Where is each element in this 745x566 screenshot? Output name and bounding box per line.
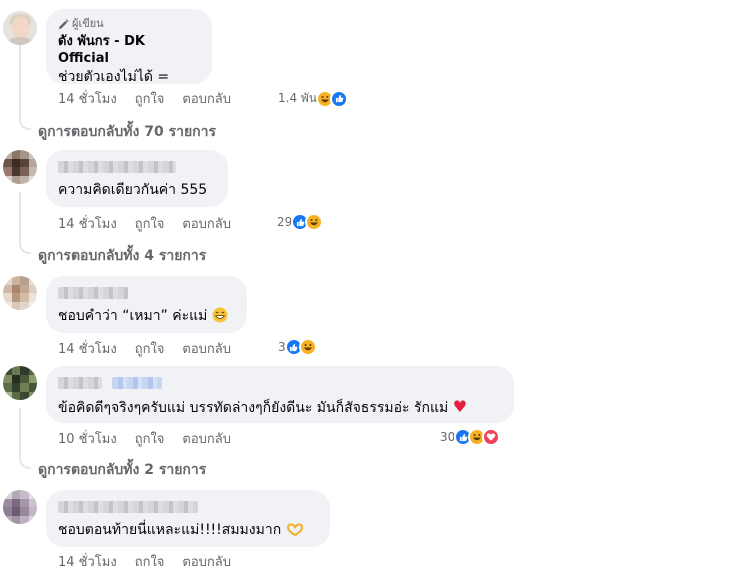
reaction-count: 30 xyxy=(440,430,456,444)
view-replies-link[interactable]: ดูการตอบกลับทั้ง 70 รายการ xyxy=(38,121,216,143)
like-button[interactable]: ถูกใจ xyxy=(135,428,165,449)
view-replies-label: ดูการตอบกลับทั้ง 4 รายการ xyxy=(38,248,207,264)
comment-bubble: ผู้เขียน ดัง พันกร - DK Official ช่วยตัว… xyxy=(46,9,212,85)
avatar[interactable] xyxy=(3,366,37,400)
comment-timestamp[interactable]: 14 ชั่วโมง xyxy=(58,88,117,109)
love-icon xyxy=(482,428,501,446)
avatar[interactable] xyxy=(3,490,37,524)
avatar[interactable] xyxy=(3,276,37,310)
comment-bubble: ชอบคำว่า “เหมา” ค่ะแม่ xyxy=(46,276,247,333)
comment-text: ข้อคิดดีๆจริงๆครับแม่ บรรทัดล่างๆก็ยังดี… xyxy=(58,397,502,418)
like-button[interactable]: ถูกใจ xyxy=(135,338,165,359)
thread-connector xyxy=(19,408,31,469)
pencil-icon xyxy=(58,18,69,29)
commenter-name-redacted[interactable] xyxy=(58,160,176,173)
reaction-count: 29 xyxy=(277,215,293,229)
reaction-summary[interactable]: 30 xyxy=(440,428,501,446)
view-replies-label: ดูการตอบกลับทั้ง 70 รายการ xyxy=(38,124,217,140)
commenter-name-redacted[interactable] xyxy=(58,286,128,299)
heart-hands-emoji-icon xyxy=(286,523,304,543)
view-replies-link[interactable]: ดูการตอบกลับทั้ง 2 รายการ xyxy=(38,459,206,481)
reaction-summary[interactable]: 3 xyxy=(278,338,317,356)
reply-button[interactable]: ตอบกลับ xyxy=(182,428,231,449)
comment-text: ชอบตอนท้ายนี่แหละแม่!!!!สมมงมาก xyxy=(58,521,318,543)
commenter-name-redacted[interactable] xyxy=(58,500,198,513)
comment-actions: 14 ชั่วโมง ถูกใจ ตอบกลับ xyxy=(58,553,249,566)
thread-connector xyxy=(19,44,31,130)
haha-icon xyxy=(298,338,317,356)
thread-connector xyxy=(19,192,31,254)
view-replies-link[interactable]: ดูการตอบกลับทั้ง 4 รายการ xyxy=(38,245,206,267)
commenter-name[interactable]: ดัง พันกร - DK Official xyxy=(58,33,200,67)
reply-button[interactable]: ตอบกลับ xyxy=(182,88,231,109)
reply-button[interactable]: ตอบกลับ xyxy=(182,213,231,234)
reply-button[interactable]: ตอบกลับ xyxy=(182,551,231,566)
reaction-summary[interactable]: 1.4 พัน xyxy=(278,89,349,108)
view-replies-label: ดูการตอบกลับทั้ง 2 รายการ xyxy=(38,462,207,478)
commenter-name-redacted[interactable] xyxy=(58,376,102,389)
comment-actions: 14 ชั่วโมง ถูกใจ ตอบกลับ xyxy=(58,340,249,357)
like-button[interactable]: ถูกใจ xyxy=(135,551,165,566)
like-button[interactable]: ถูกใจ xyxy=(135,213,165,234)
comment-actions: 14 ชั่วโมง ถูกใจ ตอบกลับ xyxy=(58,90,249,107)
comment-timestamp[interactable]: 10 ชั่วโมง xyxy=(58,428,117,449)
reaction-summary[interactable]: 29 xyxy=(277,213,324,231)
author-badge: ผู้เขียน xyxy=(58,17,200,31)
comment-text: ชอบคำว่า “เหมา” ค่ะแม่ xyxy=(58,307,235,329)
comment-text-content: ชอบคำว่า “เหมา” ค่ะแม่ xyxy=(58,308,208,324)
comment-timestamp[interactable]: 14 ชั่วโมง xyxy=(58,338,117,359)
avatar[interactable] xyxy=(3,150,37,184)
comment-text: ช่วยตัวเองไม่ได้ = xyxy=(58,69,170,85)
comment-text-content: ข้อคิดดีๆจริงๆครับแม่ บรรทัดล่างๆก็ยังดี… xyxy=(58,400,449,416)
comment-actions: 14 ชั่วโมง ถูกใจ ตอบกลับ xyxy=(58,215,249,232)
comment-timestamp[interactable]: 14 ชั่วโมง xyxy=(58,551,117,566)
reply-button[interactable]: ตอบกลับ xyxy=(182,338,231,359)
comment-text: ความคิดเดียวกันค่า 555 xyxy=(58,182,208,198)
comment-actions: 10 ชั่วโมง ถูกใจ ตอบกลับ xyxy=(58,430,249,447)
comment-bubble: ข้อคิดดีๆจริงๆครับแม่ บรรทัดล่างๆก็ยังดี… xyxy=(46,366,514,423)
comment-timestamp[interactable]: 14 ชั่วโมง xyxy=(58,213,117,234)
comment-bubble: ความคิดเดียวกันค่า 555 xyxy=(46,150,228,207)
reaction-count: 1.4 พัน xyxy=(278,91,318,105)
like-icon xyxy=(330,89,349,108)
author-avatar[interactable] xyxy=(3,11,37,45)
heart-emoji-icon: ♥ xyxy=(452,397,468,416)
haha-icon xyxy=(305,213,324,231)
comment-text-content: ชอบตอนท้ายนี่แหละแม่!!!!สมมงมาก xyxy=(58,522,282,538)
comment-bubble: ชอบตอนท้ายนี่แหละแม่!!!!สมมงมาก xyxy=(46,490,330,547)
author-badge-label: ผู้เขียน xyxy=(72,17,104,30)
grin-emoji-icon xyxy=(212,307,228,329)
tagged-name-redacted[interactable] xyxy=(112,376,162,389)
like-button[interactable]: ถูกใจ xyxy=(135,88,165,109)
